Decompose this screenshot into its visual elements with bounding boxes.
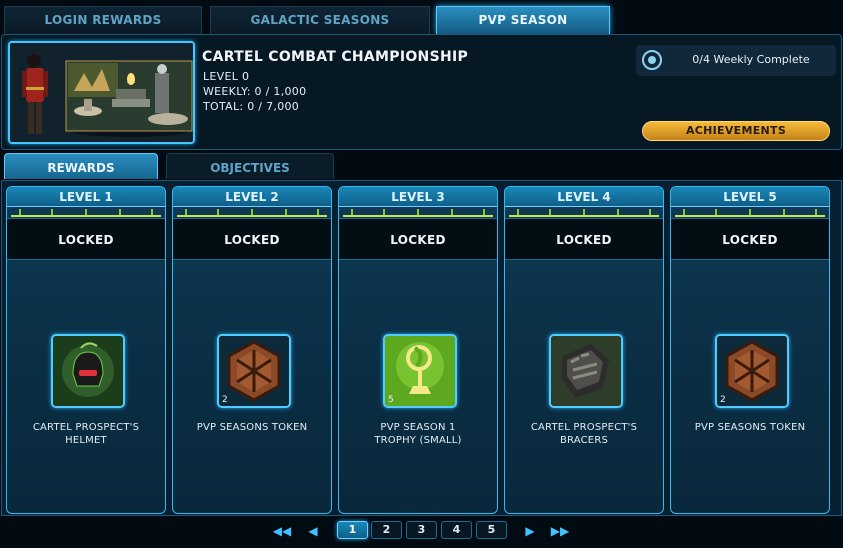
reward-name: PVP SEASONS TOKEN: [177, 421, 327, 434]
season-title: CARTEL COMBAT CHAMPIONSHIP: [202, 49, 469, 65]
level-progress-bar: [177, 209, 327, 217]
level-column: LEVEL 2 LOCKED 2 PVP SEASONS TOKEN: [172, 186, 332, 514]
token-icon[interactable]: 2: [217, 334, 291, 408]
reward-name-line1: PVP SEASONS TOKEN: [694, 422, 806, 433]
token-icon[interactable]: 2: [715, 334, 789, 408]
trophy-icon[interactable]: 5: [383, 334, 457, 408]
item-count: 5: [388, 395, 394, 405]
level-progress-bar: [675, 209, 825, 217]
level-header: LEVEL 2: [173, 187, 331, 207]
tab-galactic-seasons[interactable]: GALACTIC SEASONS: [210, 6, 430, 34]
weekly-complete-box: 0/4 Weekly Complete: [636, 45, 836, 76]
level-status: LOCKED: [505, 218, 663, 260]
page-button[interactable]: 5: [476, 521, 507, 539]
page-button[interactable]: 4: [441, 521, 472, 539]
level-header: LEVEL 5: [671, 187, 829, 207]
previous-page-icon[interactable]: ◀: [303, 522, 323, 540]
reward-name-line1: PVP SEASON 1: [380, 422, 456, 433]
level-column: LEVEL 4 LOCKED CARTEL PROSPECT'S BRACERS: [504, 186, 664, 514]
item-count: 2: [222, 395, 228, 405]
level-status: LOCKED: [339, 218, 497, 260]
level-status: LOCKED: [173, 218, 331, 260]
first-page-icon[interactable]: ◀◀: [272, 522, 292, 540]
top-tab-bar: LOGIN REWARDS GALACTIC SEASONS PVP SEASO…: [4, 6, 839, 34]
level-column: LEVEL 3 LOCKED 5 PVP SEASON 1 TROPHY (SM…: [338, 186, 498, 514]
reward-name-line2: BRACERS: [559, 435, 609, 446]
total-progress: TOTAL: 0 / 7,000: [203, 100, 300, 113]
level-status: LOCKED: [7, 218, 165, 260]
tab-login-rewards[interactable]: LOGIN REWARDS: [4, 6, 202, 34]
achievements-button[interactable]: ACHIEVEMENTS: [642, 121, 830, 141]
reward-name-line2: TROPHY (SMALL): [374, 435, 462, 446]
tab-pvp-season[interactable]: PVP SEASON: [436, 6, 610, 34]
page-button[interactable]: 3: [406, 521, 437, 539]
pagination: ◀◀ ◀ 1 2 3 4 5 ▶ ▶▶: [0, 519, 843, 543]
weekly-progress: WEEKLY: 0 / 1,000: [203, 85, 307, 98]
item-count: 2: [720, 395, 726, 405]
reward-name: CARTEL PROSPECT'S HELMET: [11, 421, 161, 447]
weekly-complete-text: 0/4 Weekly Complete: [692, 53, 810, 66]
tab-rewards[interactable]: REWARDS: [4, 153, 158, 179]
level-header: LEVEL 3: [339, 187, 497, 207]
level-progress-bar: [343, 209, 493, 217]
level-progress-bar: [509, 209, 659, 217]
reward-name-line2: HELMET: [65, 435, 107, 446]
helmet-icon[interactable]: [51, 334, 125, 408]
level-status: LOCKED: [671, 218, 829, 260]
sub-tab-bar: REWARDS OBJECTIVES: [4, 153, 835, 180]
reward-name-line1: PVP SEASONS TOKEN: [196, 422, 308, 433]
tab-objectives[interactable]: OBJECTIVES: [166, 153, 334, 179]
reward-name-line1: CARTEL PROSPECT'S: [530, 422, 638, 433]
last-page-icon[interactable]: ▶▶: [550, 522, 570, 540]
season-level: LEVEL 0: [203, 70, 250, 83]
rewards-panel: LEVEL 1 LOCKED CARTEL PROSPECT'S HELMET …: [1, 180, 842, 516]
bracers-icon[interactable]: [549, 334, 623, 408]
level-progress-bar: [11, 209, 161, 217]
level-column: LEVEL 5 LOCKED 2 PVP SEASONS TOKEN: [670, 186, 830, 514]
next-page-icon[interactable]: ▶: [520, 522, 540, 540]
reward-name: CARTEL PROSPECT'S BRACERS: [509, 421, 659, 447]
level-header: LEVEL 1: [7, 187, 165, 207]
level-column: LEVEL 1 LOCKED CARTEL PROSPECT'S HELMET: [6, 186, 166, 514]
page-button[interactable]: 2: [371, 521, 402, 539]
page-button[interactable]: 1: [337, 521, 368, 539]
reward-name: PVP SEASONS TOKEN: [675, 421, 825, 434]
season-header: CARTEL COMBAT CHAMPIONSHIP LEVEL 0 WEEKL…: [1, 34, 842, 150]
reward-name: PVP SEASON 1 TROPHY (SMALL): [343, 421, 493, 447]
level-header: LEVEL 4: [505, 187, 663, 207]
reward-name-line1: CARTEL PROSPECT'S: [32, 422, 140, 433]
season-banner-icon: [8, 41, 195, 144]
